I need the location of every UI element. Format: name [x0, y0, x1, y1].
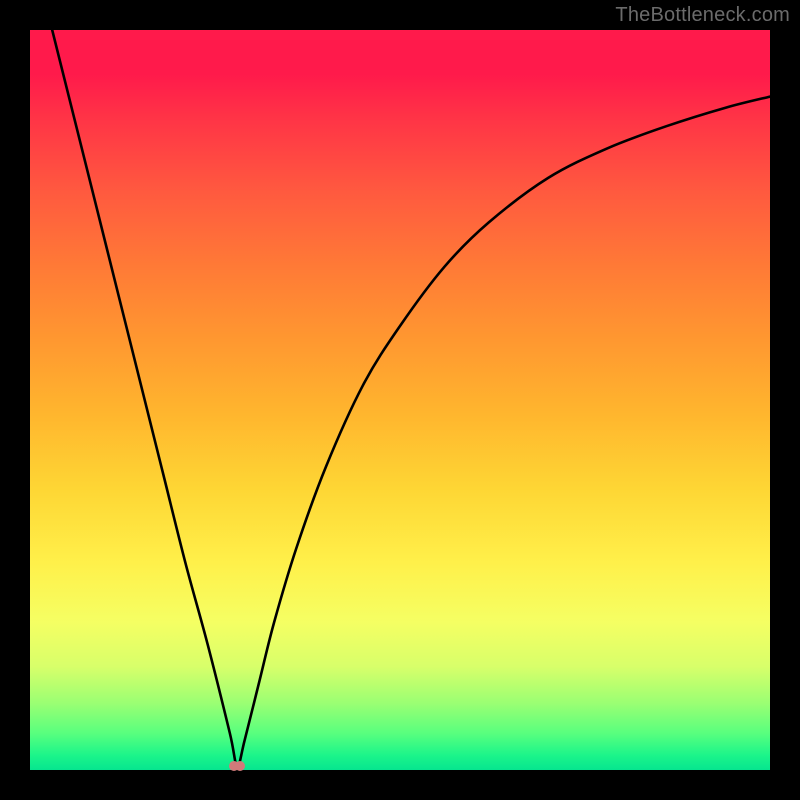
vertex-marker: [229, 761, 245, 771]
chart-frame: TheBottleneck.com: [0, 0, 800, 800]
bottleneck-curve: [30, 30, 770, 770]
plot-area: [30, 30, 770, 770]
watermark-text: TheBottleneck.com: [615, 4, 790, 27]
